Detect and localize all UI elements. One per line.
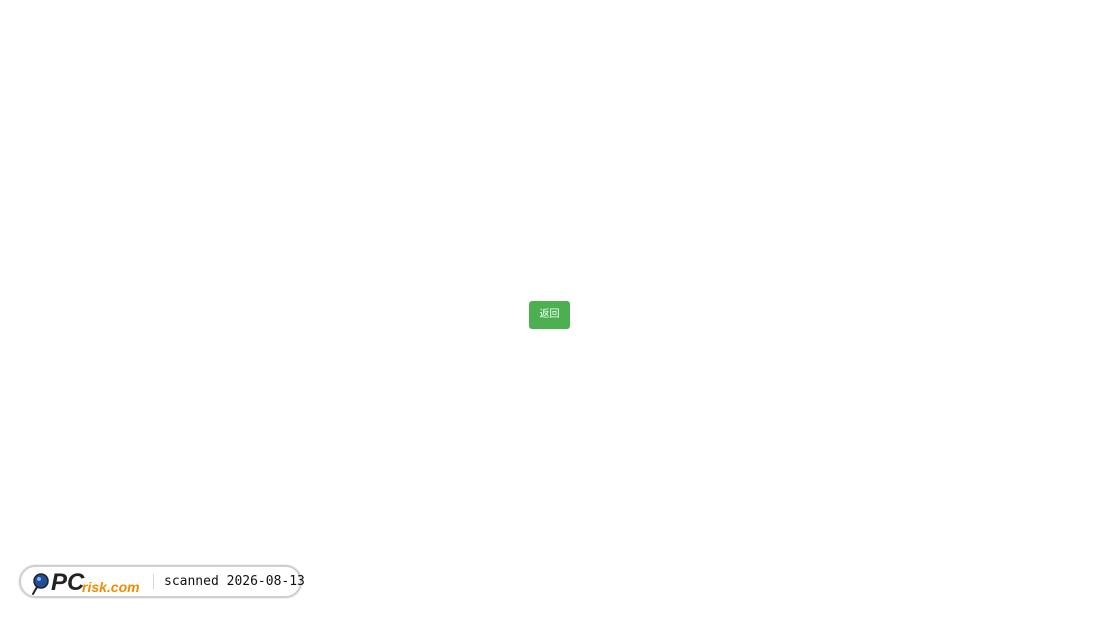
scan-watermark: PC risk.com scanned 2026-08-13 <box>19 565 305 598</box>
page-root: 返回 PC risk.com scanned 2026-08-13 <box>0 0 1100 619</box>
watermark-divider <box>153 574 154 589</box>
pcrisk-logo: PC risk.com <box>31 568 145 596</box>
magnifier-logo-icon <box>32 572 49 595</box>
logo-text-secondary: risk.com <box>82 579 140 595</box>
logo-text-primary: PC <box>51 569 85 596</box>
back-button[interactable]: 返回 <box>529 301 570 329</box>
scan-date-text: scanned 2026-08-13 <box>164 574 305 589</box>
